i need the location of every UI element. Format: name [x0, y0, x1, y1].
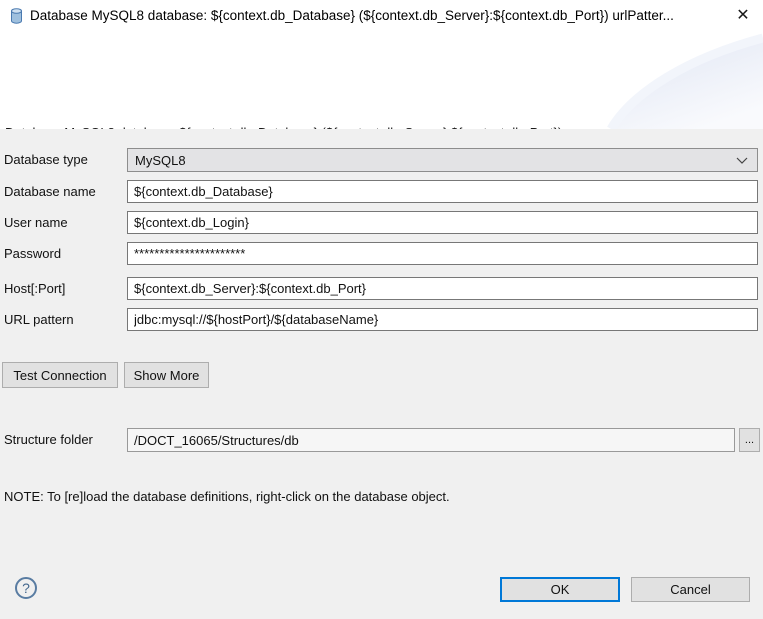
database-type-label: Database type — [4, 148, 88, 172]
dialog-body: Database type MySQL8 Database name User … — [0, 129, 763, 619]
database-type-select[interactable]: MySQL8 — [127, 148, 758, 172]
window-title: Database MySQL8 database: ${context.db_D… — [30, 0, 674, 32]
test-connection-button[interactable]: Test Connection — [2, 362, 118, 388]
close-icon[interactable]: ✕ — [731, 4, 755, 28]
host-port-label: Host[:Port] — [4, 277, 65, 301]
url-pattern-input[interactable] — [127, 308, 758, 331]
show-more-button[interactable]: Show More — [124, 362, 209, 388]
title-bar: Database MySQL8 database: ${context.db_D… — [0, 0, 763, 32]
database-type-value: MySQL8 — [135, 153, 186, 168]
database-properties-dialog: Database MySQL8 database: ${context.db_D… — [0, 0, 763, 619]
user-name-input[interactable] — [127, 211, 758, 234]
database-name-label: Database name — [4, 180, 96, 204]
note-text: NOTE: To [re]load the database definitio… — [4, 489, 450, 504]
user-name-label: User name — [4, 211, 68, 235]
host-port-input[interactable] — [127, 277, 758, 300]
ok-button[interactable]: OK — [500, 577, 620, 602]
help-button[interactable]: ? — [15, 577, 37, 599]
cancel-button[interactable]: Cancel — [631, 577, 750, 602]
question-mark-icon: ? — [22, 580, 30, 596]
structure-folder-input[interactable] — [127, 428, 735, 452]
password-label: Password — [4, 242, 61, 266]
url-pattern-label: URL pattern — [4, 308, 74, 332]
chevron-down-icon — [736, 157, 748, 164]
database-name-input[interactable] — [127, 180, 758, 203]
header-banner: Database MySQL8 database: ${context.db_D… — [0, 32, 763, 129]
password-input[interactable] — [127, 242, 758, 265]
database-icon — [10, 8, 23, 24]
browse-button[interactable]: ... — [739, 428, 760, 452]
structure-folder-label: Structure folder — [4, 428, 93, 452]
